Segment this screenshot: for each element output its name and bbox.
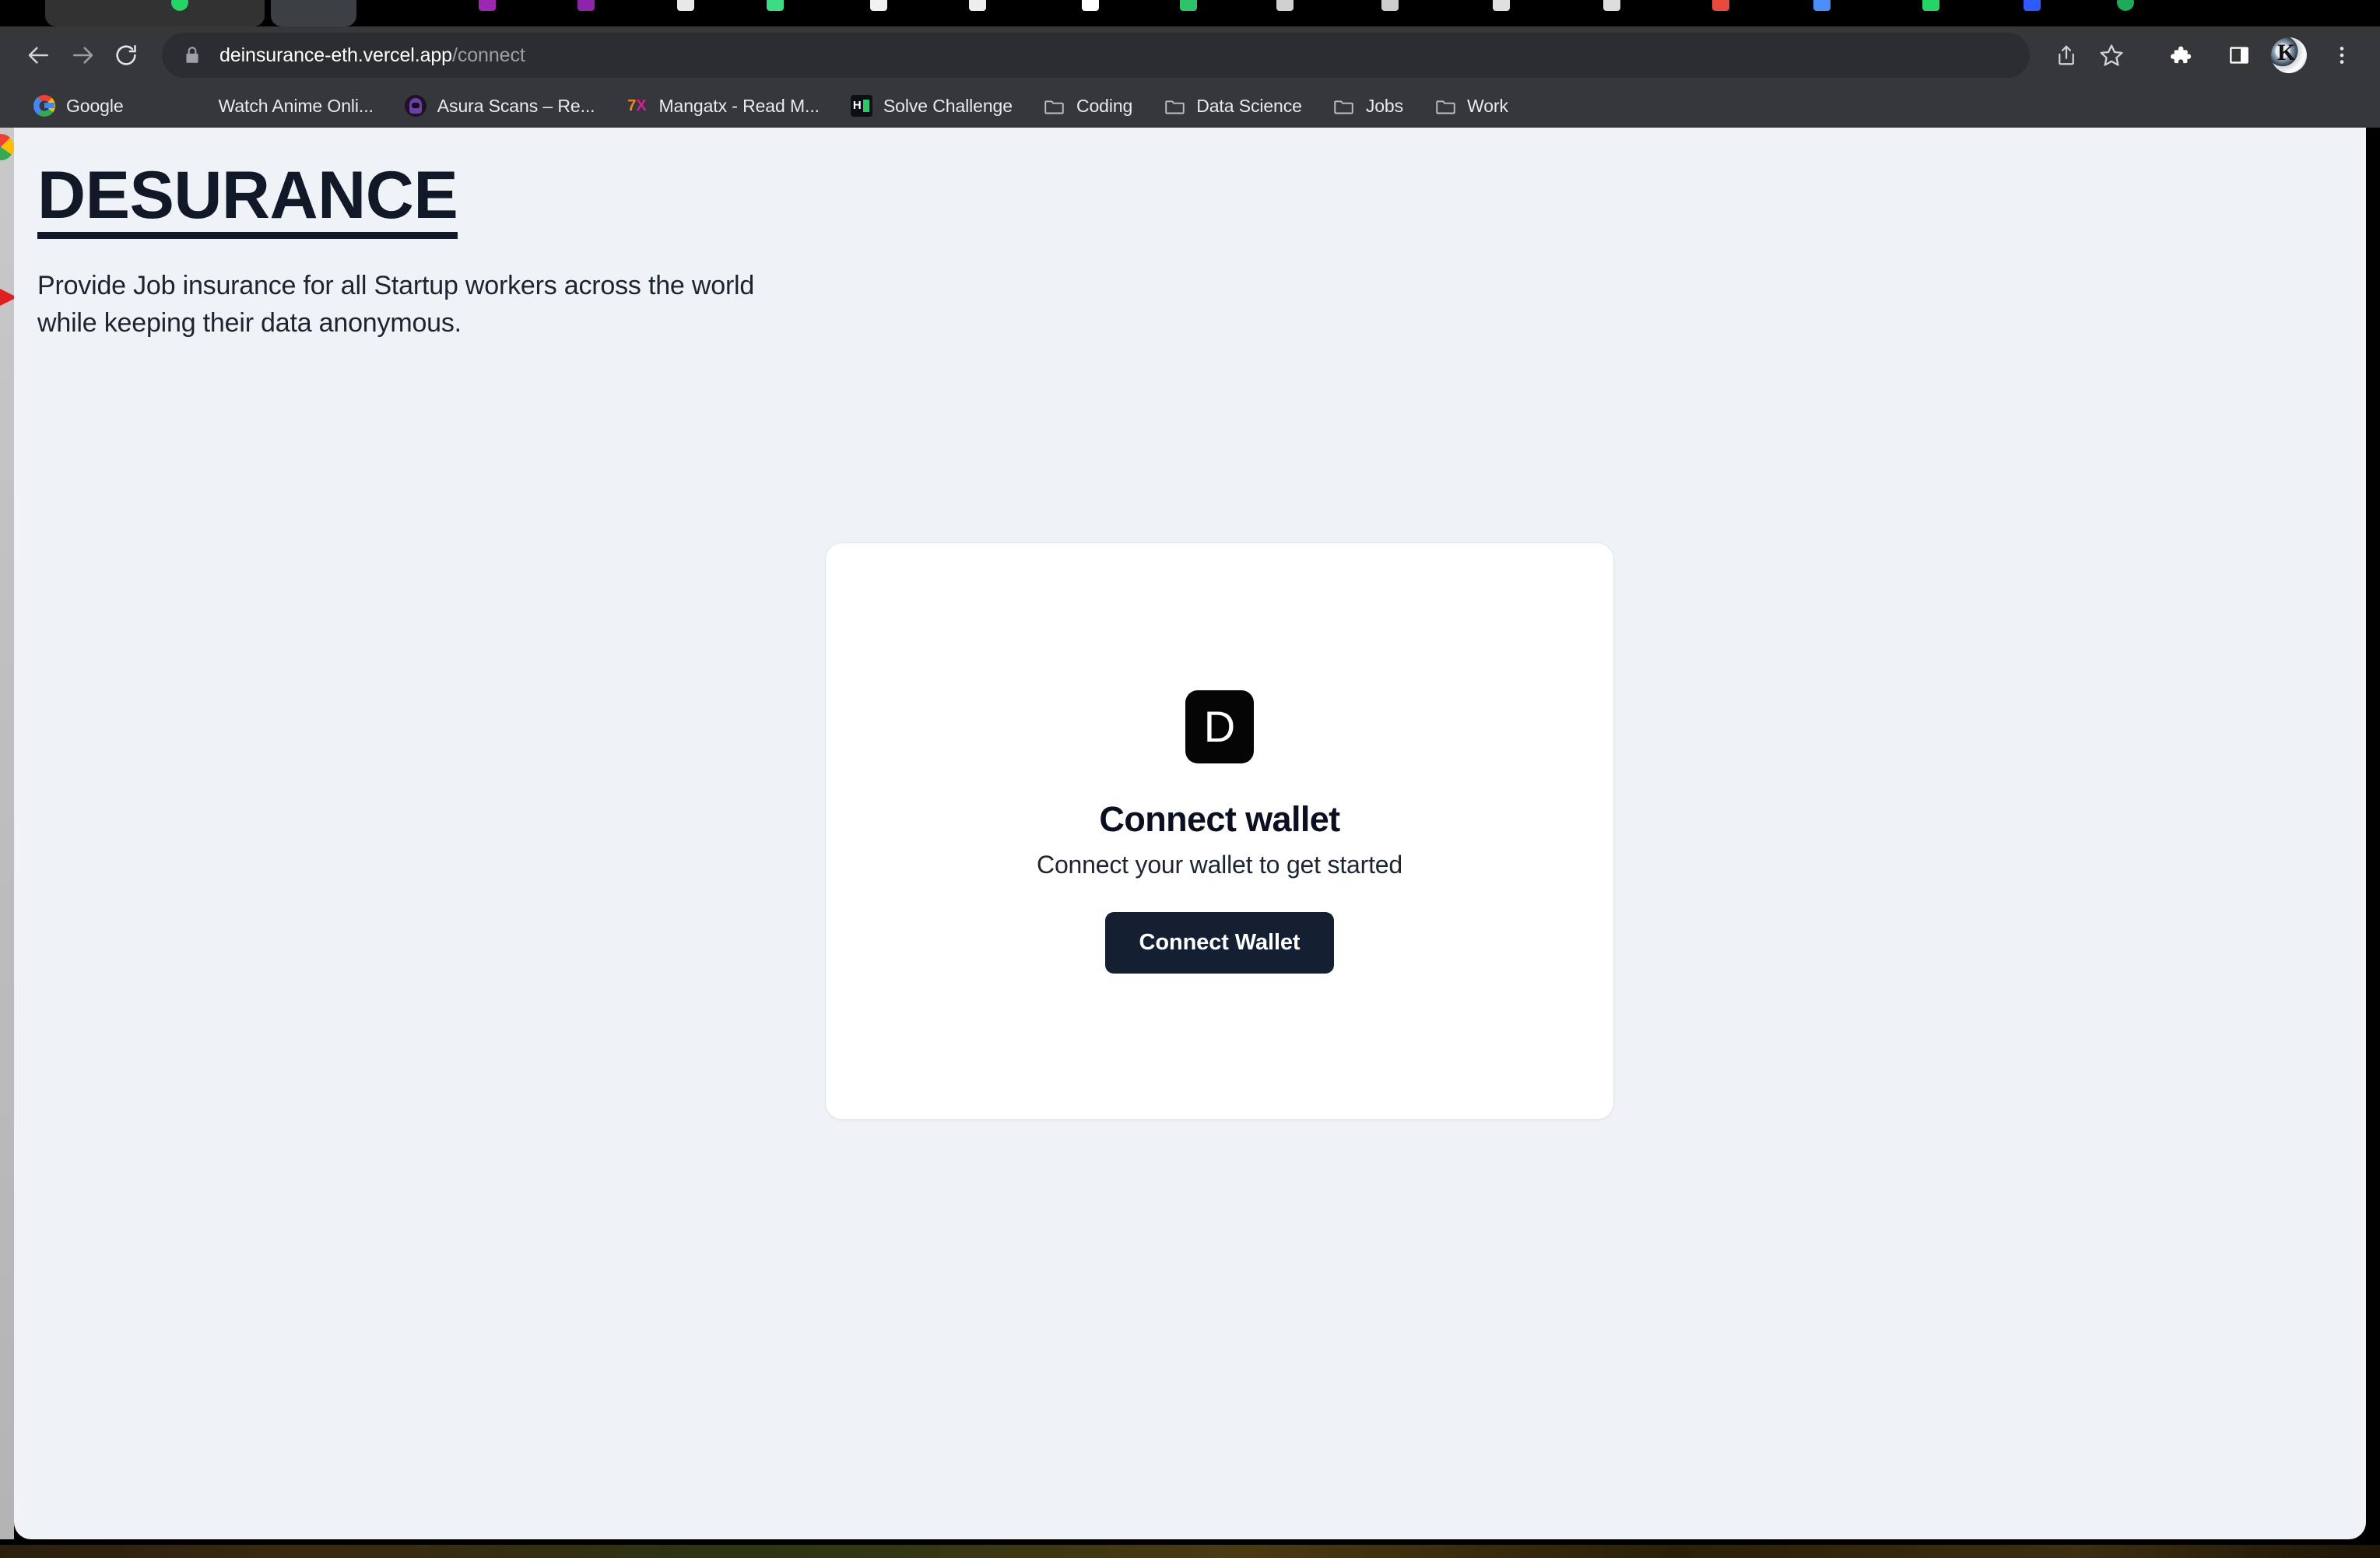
connect-wallet-button[interactable]: Connect Wallet <box>1104 912 1335 974</box>
bookmark-folder-jobs[interactable]: Jobs <box>1323 89 1413 123</box>
connect-card-subtitle: Connect your wallet to get started <box>1037 851 1402 879</box>
os-dock[interactable] <box>0 128 14 1539</box>
address-bar-url: deinsurance-eth.vercel.app/connect <box>219 44 525 67</box>
desurance-logo-icon: D <box>1185 690 1254 763</box>
profile-avatar[interactable] <box>2271 37 2307 73</box>
bookmark-label: Coding <box>1076 95 1133 116</box>
three-dot-menu-icon[interactable] <box>2321 34 2363 76</box>
tab-favicon <box>677 0 694 11</box>
tab-favicon <box>577 0 595 11</box>
address-bar[interactable]: deinsurance-eth.vercel.app/connect <box>162 33 2030 78</box>
browser-window: deinsurance-eth.vercel.app/connect K Goo… <box>0 0 2380 1545</box>
tab-favicon <box>1712 0 1729 11</box>
back-button[interactable] <box>17 33 61 77</box>
bookmark-star-icon[interactable] <box>2090 34 2133 76</box>
tab-favicon <box>479 0 496 11</box>
tab-favicon <box>1603 0 1620 11</box>
hackerrank-icon <box>850 95 872 117</box>
blank-icon <box>186 95 208 117</box>
bookmark-label: Asura Scans – Re... <box>437 95 595 116</box>
bookmark-label: Solve Challenge <box>883 95 1013 116</box>
tab-favicon <box>1276 0 1294 11</box>
tab-favicon <box>969 0 986 11</box>
google-icon <box>33 95 55 117</box>
site-header: DESURANCE Provide Job insurance for all … <box>14 128 2366 342</box>
asura-scans-icon <box>404 95 427 117</box>
tab-favicon <box>1082 0 1099 11</box>
bookmarks-bar: Google Watch Anime Onli... Asura Scans –… <box>0 84 2380 128</box>
browser-tab[interactable] <box>45 0 265 26</box>
bookmark-mangatx[interactable]: 7X Mangatx - Read M... <box>616 89 829 123</box>
tab-favicon <box>1493 0 1510 11</box>
tab-favicon <box>1922 0 1939 11</box>
tab-favicon <box>1381 0 1399 11</box>
tab-favicon <box>2117 0 2134 11</box>
bookmark-label: Work <box>1467 95 1508 116</box>
page-title: DESURANCE <box>37 162 458 239</box>
dock-app-icon[interactable] <box>0 134 14 160</box>
lock-icon[interactable] <box>182 45 202 65</box>
reload-icon <box>114 43 139 68</box>
page-viewport: DESURANCE Provide Job insurance for all … <box>14 128 2366 1539</box>
tab-favicon <box>1813 0 1831 11</box>
extensions-puzzle-icon[interactable] <box>2159 34 2201 76</box>
bookmark-folder-coding[interactable]: Coding <box>1034 89 1143 123</box>
arrow-left-icon <box>26 43 51 68</box>
url-path: /connect <box>451 44 525 66</box>
bookmark-asura-scans[interactable]: Asura Scans – Re... <box>395 89 606 123</box>
dock-app-icon[interactable] <box>0 280 14 314</box>
bookmark-solve-challenge[interactable]: Solve Challenge <box>841 89 1023 123</box>
tab-favicon <box>1180 0 1197 11</box>
mangatx-icon: 7X <box>627 97 647 114</box>
forward-button[interactable] <box>61 33 104 77</box>
bookmark-label: Google <box>66 95 124 116</box>
bookmark-label: Data Science <box>1196 95 1302 116</box>
bookmark-watch-anime[interactable]: Watch Anime Onli... <box>176 89 384 123</box>
browser-toolbar: deinsurance-eth.vercel.app/connect <box>0 26 2380 84</box>
tab-favicon <box>870 0 887 11</box>
share-icon[interactable] <box>2045 34 2087 76</box>
bookmark-folder-data-science[interactable]: Data Science <box>1153 89 1312 123</box>
bookmark-google[interactable]: Google <box>23 89 134 123</box>
arrow-right-icon <box>70 43 95 68</box>
connect-card-title: Connect wallet <box>1099 799 1340 839</box>
bookmark-folder-work[interactable]: Work <box>1424 89 1518 123</box>
folder-icon <box>1333 95 1355 117</box>
browser-tab-active[interactable] <box>271 0 356 26</box>
page-tagline: Provide Job insurance for all Startup wo… <box>37 271 755 339</box>
folder-icon <box>1434 95 1456 117</box>
reload-button[interactable] <box>104 33 148 77</box>
folder-icon <box>1164 95 1185 117</box>
connect-wallet-card: D Connect wallet Connect your wallet to … <box>825 542 1614 1120</box>
side-panel-icon[interactable] <box>2218 34 2260 76</box>
browser-tab-strip[interactable] <box>0 0 2380 26</box>
url-domain: deinsurance-eth.vercel.app <box>219 44 452 66</box>
folder-icon <box>1044 95 1065 117</box>
bookmark-label: Watch Anime Onli... <box>218 95 374 116</box>
bookmark-label: Mangatx - Read M... <box>658 95 820 116</box>
bookmark-label: Jobs <box>1365 95 1404 116</box>
tab-favicon <box>767 0 784 11</box>
tab-favicon <box>2024 0 2041 11</box>
